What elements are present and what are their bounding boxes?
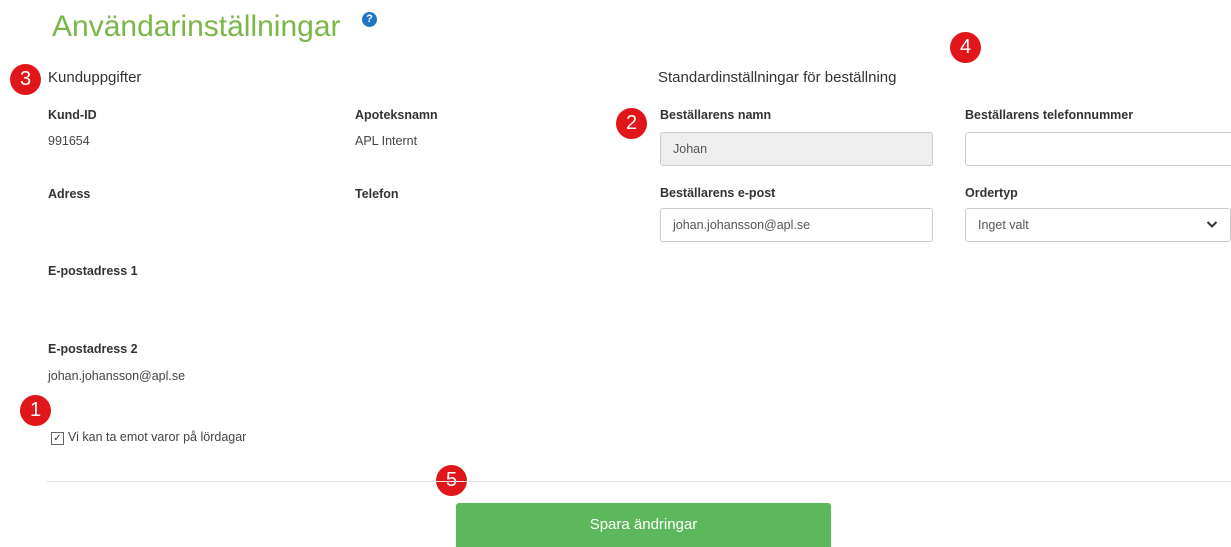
saturday-checkbox-label[interactable]: Vi kan ta emot varor på lördagar [68, 430, 246, 444]
annotation-marker-4: 4 [950, 32, 981, 63]
ordertype-value: Inget valt [978, 218, 1029, 232]
pharmacy-name-value: APL Internt [355, 134, 418, 148]
ordertype-label: Ordertyp [965, 186, 1018, 200]
annotation-marker-2: 2 [616, 108, 647, 139]
save-button[interactable]: Spara ändringar [456, 503, 831, 547]
email1-label: E-postadress 1 [48, 264, 138, 278]
customer-id-value: 991654 [48, 134, 90, 148]
orderer-phone-field[interactable] [965, 132, 1231, 166]
saturday-checkbox[interactable]: ✓ [51, 432, 64, 445]
customer-section-title: Kunduppgifter [48, 69, 142, 86]
orderer-phone-label: Beställarens telefonnummer [965, 108, 1134, 122]
orderer-name-field[interactable]: Johan [660, 132, 933, 166]
email2-label: E-postadress 2 [48, 342, 138, 356]
help-icon[interactable]: ? [362, 12, 377, 27]
page-title: Användarinställningar [52, 10, 341, 43]
annotation-marker-3: 3 [10, 64, 41, 95]
phone-label: Telefon [355, 187, 399, 201]
ordertype-select[interactable]: Inget valt [965, 208, 1231, 242]
orderer-email-label: Beställarens e-post [660, 186, 776, 200]
chevron-down-icon [1206, 209, 1218, 253]
annotation-marker-1: 1 [20, 395, 51, 426]
orderer-name-label: Beställarens namn [660, 108, 772, 122]
divider [46, 481, 1231, 482]
pharmacy-name-label: Apoteksnamn [355, 108, 438, 122]
orderer-email-field[interactable]: johan.johansson@apl.se [660, 208, 933, 242]
order-defaults-section-title: Standardinställningar för beställning [658, 69, 897, 86]
email2-value: johan.johansson@apl.se [48, 369, 186, 383]
address-label: Adress [48, 187, 91, 201]
customer-id-label: Kund-ID [48, 108, 97, 122]
